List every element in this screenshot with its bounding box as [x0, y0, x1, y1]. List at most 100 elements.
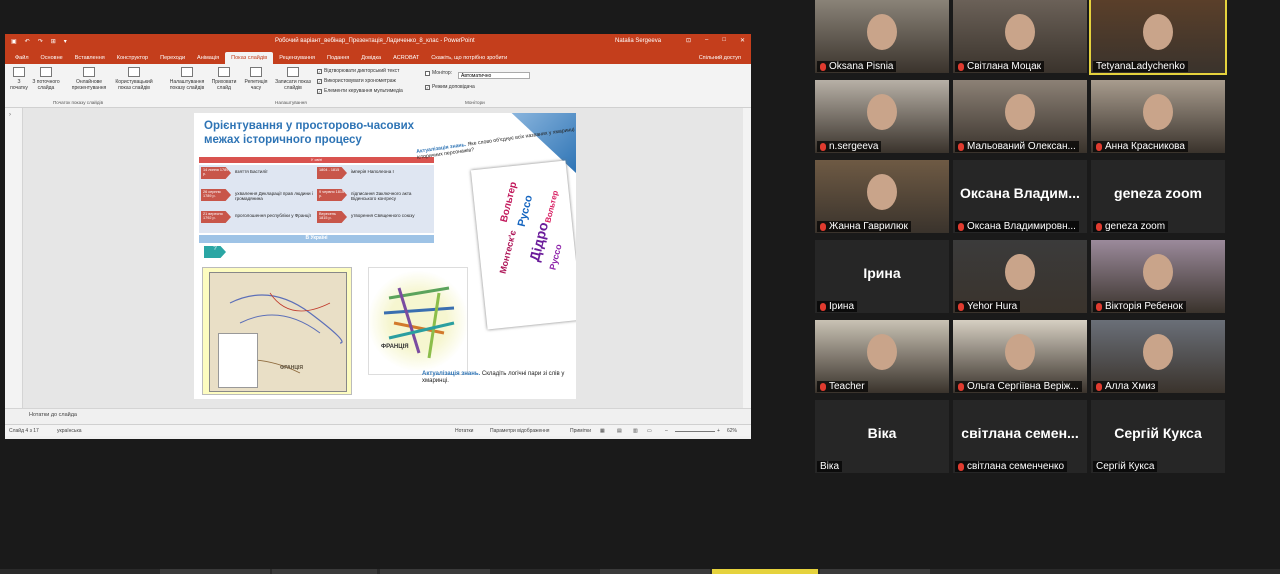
- mic-muted-icon: [820, 382, 826, 391]
- normal-view-icon[interactable]: ▦: [600, 428, 605, 434]
- participant-big-name: geneza zoom: [1114, 185, 1202, 201]
- mic-muted-icon: [1096, 382, 1102, 391]
- participant-name-label: світлана семенченко: [955, 461, 1068, 472]
- event-date-left: 14 липня 1789 р.: [201, 167, 231, 179]
- notes-pane[interactable]: Нотатки до слайда: [5, 408, 751, 420]
- participant-tile[interactable]: Сергій Кукса Сергій Кукса: [1091, 400, 1225, 473]
- slideshow-view-icon[interactable]: ▭: [647, 428, 652, 434]
- media-controls-checkbox[interactable]: ✓ Елементи керування мультимедіа: [317, 88, 403, 94]
- custom-show-button[interactable]: Користувацький показ слайдів: [111, 64, 157, 91]
- event-text-left: взяття Бастилії: [235, 169, 268, 174]
- zoom-slider[interactable]: [675, 431, 715, 432]
- cloud-word: Руссо: [515, 193, 536, 228]
- monitor-select[interactable]: Автоматично: [458, 72, 530, 79]
- participant-tile[interactable]: Ольга Сергіївна Веріж...: [953, 320, 1087, 393]
- presenter-view-checkbox[interactable]: ✓ Режим доповідача: [425, 84, 475, 90]
- from-current-button[interactable]: З поточного слайда: [29, 64, 63, 91]
- sorter-view-icon[interactable]: ▤: [617, 428, 622, 434]
- participant-name: Вікторія Ребенок: [1105, 301, 1183, 312]
- participant-face: [867, 14, 897, 50]
- comments-button[interactable]: Примітки: [570, 428, 591, 434]
- thumbnail-pane[interactable]: ›: [5, 108, 23, 408]
- notes-button[interactable]: Нотатки: [455, 428, 473, 434]
- participant-tile[interactable]: geneza zoom geneza zoom: [1091, 160, 1225, 233]
- tab-3[interactable]: Конструктор: [111, 52, 154, 64]
- callout-task: Актуалізація знань. Складіть логічні пар…: [422, 371, 565, 384]
- ribbon: З початку З поточного слайда Онлайнове п…: [5, 64, 751, 108]
- share-button[interactable]: Спільний доступ: [693, 52, 751, 64]
- timings-checkbox[interactable]: ✓ Використовувати хронометраж: [317, 78, 396, 84]
- participant-face: [1143, 334, 1173, 370]
- tab-7[interactable]: Рецензування: [273, 52, 321, 64]
- zoom-in-icon[interactable]: +: [717, 428, 720, 434]
- participant-tile[interactable]: Мальований Олексан...: [953, 80, 1087, 153]
- close-icon[interactable]: ✕: [740, 37, 745, 44]
- tab-1[interactable]: Основне: [35, 52, 69, 64]
- tab-4[interactable]: Переходи: [154, 52, 191, 64]
- powerpoint-window[interactable]: ▣ ↶ ↷ ⊞ ▾ Робочий варіант_вебінар_Презен…: [5, 34, 751, 439]
- ribbon-options-icon[interactable]: ⊡: [686, 37, 691, 44]
- tab-5[interactable]: Анімація: [191, 52, 225, 64]
- participant-tile[interactable]: світлана семен... світлана семенченко: [953, 400, 1087, 473]
- participant-face: [1143, 94, 1173, 130]
- participant-tile[interactable]: n.sergeeva: [815, 80, 949, 153]
- tab-9[interactable]: Довідка: [355, 52, 387, 64]
- zoom-level[interactable]: 62%: [727, 428, 737, 434]
- tab-11[interactable]: Скажіть, що потрібно зробити: [425, 52, 513, 64]
- participant-name: Світлана Моцак: [967, 61, 1042, 72]
- maximize-icon[interactable]: □: [722, 37, 726, 44]
- participant-name-label: Ірина: [817, 301, 858, 312]
- tab-8[interactable]: Подання: [321, 52, 355, 64]
- display-settings-button[interactable]: Параметри відображення: [490, 428, 550, 434]
- record-show-button[interactable]: Записати показ слайдів: [271, 64, 315, 91]
- mic-muted-icon: [958, 462, 964, 471]
- language[interactable]: українська: [57, 428, 82, 434]
- timer-icon: [250, 67, 262, 77]
- participant-tile[interactable]: Оксана Владим... Оксана Владимировн...: [953, 160, 1087, 233]
- rehearse-button[interactable]: Репетиція часу: [241, 64, 271, 91]
- participant-name: Oksana Pisnia: [829, 61, 894, 72]
- tab-2[interactable]: Вставлення: [69, 52, 111, 64]
- participant-tile[interactable]: Oksana Pisnia: [815, 0, 949, 73]
- present-icon[interactable]: ⊞: [51, 38, 56, 45]
- slide-canvas[interactable]: Орієнтування у просторово-часових межах …: [194, 113, 576, 399]
- hide-slide-button[interactable]: Приховати слайд: [209, 64, 239, 91]
- vertical-scrollbar[interactable]: [743, 108, 751, 408]
- participant-tile[interactable]: Ірина Ірина: [815, 240, 949, 313]
- narration-checkbox[interactable]: ✓ Відтворювати дикторський текст: [317, 68, 399, 74]
- from-start-button[interactable]: З початку: [9, 64, 29, 91]
- tab-0[interactable]: Файл: [9, 52, 35, 64]
- participant-tile[interactable]: Віка Віка: [815, 400, 949, 473]
- slideshow-icon: [13, 67, 25, 77]
- expand-chevron-icon[interactable]: ›: [9, 112, 11, 118]
- zoom-out-icon[interactable]: –: [665, 428, 668, 434]
- group-label-monitors: Монітори: [465, 100, 485, 105]
- reading-view-icon[interactable]: ▥: [633, 428, 638, 434]
- mic-muted-icon: [1096, 222, 1102, 231]
- online-icon: [83, 67, 95, 77]
- participant-tile[interactable]: TetyanaLadychenko: [1089, 0, 1227, 75]
- event-date-right: 9 червня 1815 р.: [317, 189, 347, 201]
- save-icon[interactable]: ▣: [11, 38, 17, 45]
- participant-face: [867, 94, 897, 130]
- participant-tile[interactable]: Teacher: [815, 320, 949, 393]
- redo-icon[interactable]: ↷: [38, 38, 43, 45]
- user-name[interactable]: Natalia Sergeeva: [615, 38, 661, 44]
- minimize-icon[interactable]: –: [705, 37, 708, 44]
- participant-tile[interactable]: Алла Хмиз: [1091, 320, 1225, 393]
- participant-name: Ірина: [829, 301, 855, 312]
- participant-tile[interactable]: Жанна Гаврилюк: [815, 160, 949, 233]
- online-present-button[interactable]: Онлайнове презентування: [67, 64, 111, 91]
- customize-icon[interactable]: ▾: [64, 38, 67, 45]
- undo-icon[interactable]: ↶: [25, 38, 30, 45]
- participant-tile[interactable]: Yehor Hura: [953, 240, 1087, 313]
- tab-10[interactable]: ACROBAT: [387, 52, 425, 64]
- mic-muted-icon: [958, 302, 964, 311]
- participant-tile[interactable]: Вікторія Ребенок: [1091, 240, 1225, 313]
- tab-6[interactable]: Показ слайдів: [225, 52, 274, 64]
- participant-tile[interactable]: Анна Красникова: [1091, 80, 1225, 153]
- bottom-taskbar: [0, 569, 1280, 574]
- participant-tile[interactable]: Світлана Моцак: [953, 0, 1087, 73]
- setup-show-button[interactable]: Налаштування показу слайдів: [165, 64, 209, 91]
- check-icon: ✓: [425, 84, 430, 90]
